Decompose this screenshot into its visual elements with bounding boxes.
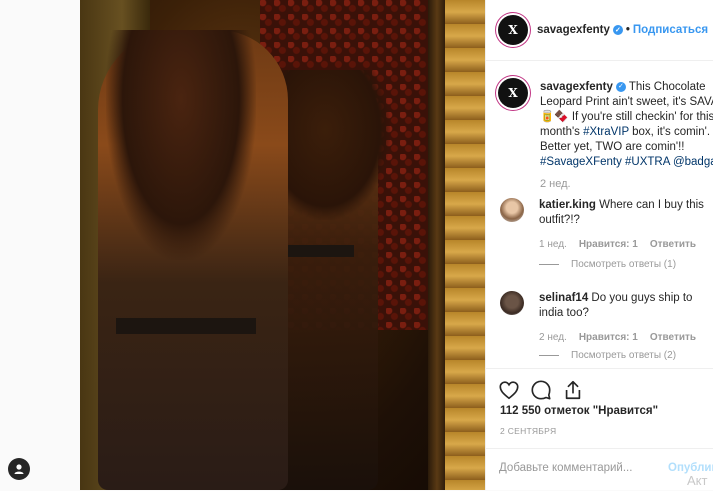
- divider: [539, 263, 559, 265]
- comment-meta: 2 нед. Нравится: 1 Ответить: [539, 332, 708, 343]
- separator-dot: •: [625, 24, 630, 36]
- comment-line: india too?: [539, 307, 589, 319]
- comment-time[interactable]: 1 нед.: [539, 239, 567, 250]
- comment-likes[interactable]: Нравится: 1: [579, 332, 638, 343]
- reply-button[interactable]: Ответить: [650, 332, 696, 343]
- comment-icon[interactable]: [530, 379, 552, 401]
- view-replies-label: Посмотреть ответы (2): [571, 350, 677, 361]
- caption-time[interactable]: 2 нед.: [540, 178, 571, 190]
- commenter-username[interactable]: katier.king: [539, 199, 596, 211]
- post-side-panel: X savagexfenty ✓ • Подписаться X savagexfen…: [485, 0, 713, 490]
- caption-avatar[interactable]: X: [498, 78, 528, 108]
- commenter-avatar[interactable]: [500, 198, 524, 222]
- person-icon: [14, 464, 24, 474]
- caption-line: box, it's comin'.: [628, 126, 711, 138]
- caption-line: 🥫🍫 If you're still checkin' for this: [540, 111, 713, 123]
- comment-line: outfit?!?: [539, 214, 580, 226]
- image-front-hair: [106, 30, 256, 260]
- author-username[interactable]: savagexfenty: [537, 24, 610, 36]
- commenter-username[interactable]: selinaf14: [539, 292, 588, 304]
- image-curtain: [445, 0, 485, 490]
- verified-badge-icon: ✓: [612, 24, 623, 35]
- header-user-line: savagexfenty ✓ • Подписаться: [537, 24, 708, 36]
- activation-watermark: Акт: [687, 473, 708, 488]
- brand-logo: X: [508, 23, 518, 37]
- author-avatar[interactable]: X: [498, 15, 528, 45]
- comment-input[interactable]: Добавьте комментарий...: [499, 462, 632, 474]
- left-margin: [0, 0, 80, 490]
- share-icon[interactable]: [562, 379, 584, 401]
- comment-line: Where can I buy this: [595, 199, 704, 211]
- comment-meta: 1 нед. Нравится: 1 Ответить: [539, 239, 708, 250]
- image-mirror-frame: [428, 0, 446, 490]
- divider: [539, 354, 559, 356]
- comment-text: katier.king Where can I buy this outfit?…: [539, 198, 709, 228]
- post-image[interactable]: [80, 0, 485, 490]
- follow-button[interactable]: Подписаться: [633, 24, 708, 36]
- likes-count[interactable]: 112 550 отметок "Нравится": [500, 405, 658, 417]
- add-comment-bar: Добавьте комментарий... Опублик: [486, 448, 713, 491]
- comment-text: selinaf14 Do you guys ship to india too?: [539, 291, 709, 321]
- post-header: X savagexfenty ✓ • Подписаться: [486, 0, 713, 61]
- verified-badge-icon: ✓: [615, 81, 626, 92]
- reply-button[interactable]: Ответить: [650, 239, 696, 250]
- caption-line: Better yet, TWO are comin'!!: [540, 141, 685, 153]
- heart-icon[interactable]: [498, 379, 520, 401]
- profile-icon[interactable]: [8, 458, 30, 480]
- view-replies-button[interactable]: Посмотреть ответы (1): [539, 259, 676, 270]
- brand-logo: X: [508, 86, 518, 100]
- image-band-front: [116, 318, 256, 334]
- post-date[interactable]: 2 СЕНТЯБРЯ: [500, 426, 556, 436]
- caption-username[interactable]: savagexfenty: [540, 81, 613, 93]
- caption-line: Leopard Print ain't sweet, it's SAVAGE: [540, 96, 713, 108]
- caption-text: savagexfenty ✓ This Chocolate Leopard Pri…: [540, 80, 713, 170]
- comment-likes[interactable]: Нравится: 1: [579, 239, 638, 250]
- hashtag-link[interactable]: #XtraVIP: [583, 126, 629, 138]
- comment-line: Do you guys ship to: [588, 292, 693, 304]
- view-replies-button[interactable]: Посмотреть ответы (2): [539, 350, 676, 361]
- comment-time[interactable]: 2 нед.: [539, 332, 567, 343]
- view-replies-label: Посмотреть ответы (1): [571, 259, 677, 270]
- post-actions: [486, 368, 713, 409]
- commenter-avatar[interactable]: [500, 291, 524, 315]
- caption-line: month's: [540, 126, 584, 138]
- hashtag-links[interactable]: #SavageXFenty #UXTRA @badgalriri: [540, 155, 713, 170]
- caption-line: This Chocolate: [628, 81, 706, 93]
